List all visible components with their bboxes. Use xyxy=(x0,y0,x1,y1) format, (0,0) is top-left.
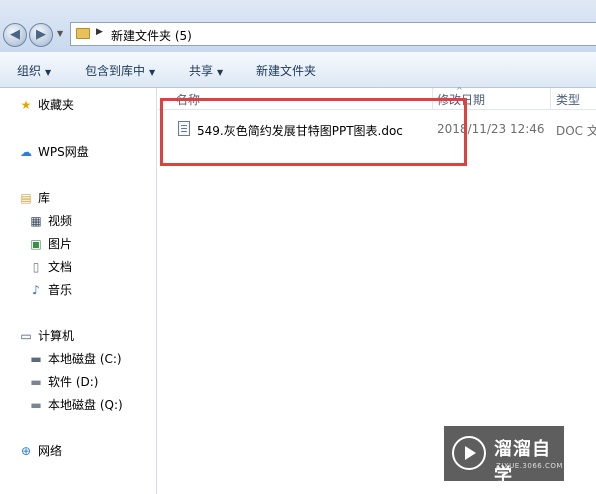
sidebar-item-music[interactable]: ♪ 音乐 xyxy=(28,281,72,301)
sidebar-item-documents[interactable]: ▯ 文档 xyxy=(28,258,72,278)
column-header-type[interactable]: 类型 xyxy=(556,91,580,108)
sidebar-label: 音乐 xyxy=(48,283,73,297)
folder-icon xyxy=(76,28,90,39)
sidebar-label: 库 xyxy=(38,191,51,205)
sidebar-item-favorites[interactable]: ★ 收藏夹 xyxy=(18,96,74,116)
drive-icon: ▬ xyxy=(30,397,42,412)
sidebar-label: WPS网盘 xyxy=(38,145,89,159)
play-logo-icon xyxy=(452,436,486,470)
navigation-pane: ★ 收藏夹 ☁ WPS网盘 ▤ 库 ▦ 视频 ▣ 图片 ▯ 文档 ♪ 音乐 ▭ 计算机 ▬ 本地磁… xyxy=(0,88,157,494)
sidebar-item-wps[interactable]: ☁ WPS网盘 xyxy=(18,143,89,163)
sidebar-item-drive-c[interactable]: ▬ 本地磁盘 (C:) xyxy=(28,350,122,370)
star-icon: ★ xyxy=(20,97,32,112)
column-divider[interactable] xyxy=(550,88,551,110)
organize-label: 组织 xyxy=(17,64,42,78)
sidebar-item-pictures[interactable]: ▣ 图片 xyxy=(28,235,72,255)
recent-pages-dropdown-icon[interactable]: ▼ xyxy=(57,29,63,38)
watermark-title: 溜溜自学 xyxy=(494,439,551,486)
watermark-subtitle: ZIXUE.3066.COM xyxy=(496,462,563,470)
forward-button[interactable]: ▶ xyxy=(29,23,53,47)
film-icon: ▦ xyxy=(30,213,42,228)
back-arrow-icon: ◀ xyxy=(10,27,20,42)
picture-icon: ▣ xyxy=(30,236,42,251)
new-folder-button[interactable]: 新建文件夹 xyxy=(256,62,316,79)
computer-icon: ▭ xyxy=(20,328,32,343)
sidebar-item-network[interactable]: ⊕ 网络 xyxy=(18,442,62,462)
sidebar-label: 本地磁盘 (Q:) xyxy=(48,398,123,412)
sidebar-label: 网络 xyxy=(38,444,63,458)
sidebar-label: 收藏夹 xyxy=(38,98,75,112)
file-type: DOC 文 xyxy=(556,124,596,138)
sidebar-label: 视频 xyxy=(48,214,73,228)
chevron-down-icon: ▼ xyxy=(45,68,52,77)
organize-button[interactable]: 组织 ▼ xyxy=(17,62,51,79)
music-note-icon: ♪ xyxy=(32,282,40,297)
library-icon: ▤ xyxy=(20,190,32,205)
sidebar-label: 计算机 xyxy=(38,329,75,343)
sidebar-label: 本地磁盘 (C:) xyxy=(48,352,122,366)
highlight-annotation-box xyxy=(160,98,467,166)
watermark: 溜溜自学 ZIXUE.3066.COM xyxy=(444,426,564,486)
breadcrumb-current-folder[interactable]: 新建文件夹 (5) xyxy=(111,27,192,44)
breadcrumb-arrow-icon[interactable]: ▶ xyxy=(96,27,103,37)
address-bar-area: ◀ ▶ ▼ ▶ 新建文件夹 (5) xyxy=(0,0,596,52)
network-icon: ⊕ xyxy=(20,443,32,458)
drive-icon: ▬ xyxy=(30,374,42,389)
cloud-icon: ☁ xyxy=(20,144,32,159)
chevron-down-icon: ▼ xyxy=(217,68,224,77)
share-button[interactable]: 共享 ▼ xyxy=(189,62,223,79)
share-label: 共享 xyxy=(189,64,214,78)
sidebar-item-drive-d[interactable]: ▬ 软件 (D:) xyxy=(28,373,98,393)
address-box[interactable]: ▶ 新建文件夹 (5) xyxy=(70,22,596,46)
include-in-library-button[interactable]: 包含到库中 ▼ xyxy=(85,62,155,79)
command-toolbar: 组织 ▼ 包含到库中 ▼ 共享 ▼ 新建文件夹 xyxy=(0,52,596,88)
document-icon: ▯ xyxy=(32,259,40,274)
include-in-library-label: 包含到库中 xyxy=(85,64,146,78)
chevron-down-icon: ▼ xyxy=(149,68,156,77)
sidebar-label: 软件 (D:) xyxy=(48,375,99,389)
sidebar-label: 图片 xyxy=(48,237,73,251)
back-button[interactable]: ◀ xyxy=(3,23,27,47)
system-drive-icon: ▬ xyxy=(30,351,42,366)
sidebar-item-video[interactable]: ▦ 视频 xyxy=(28,212,72,232)
forward-arrow-icon: ▶ xyxy=(36,27,46,42)
sidebar-item-computer[interactable]: ▭ 计算机 xyxy=(18,327,74,347)
sidebar-label: 文档 xyxy=(48,260,73,274)
sidebar-item-drive-q[interactable]: ▬ 本地磁盘 (Q:) xyxy=(28,396,123,416)
sidebar-item-library[interactable]: ▤ 库 xyxy=(18,189,50,209)
